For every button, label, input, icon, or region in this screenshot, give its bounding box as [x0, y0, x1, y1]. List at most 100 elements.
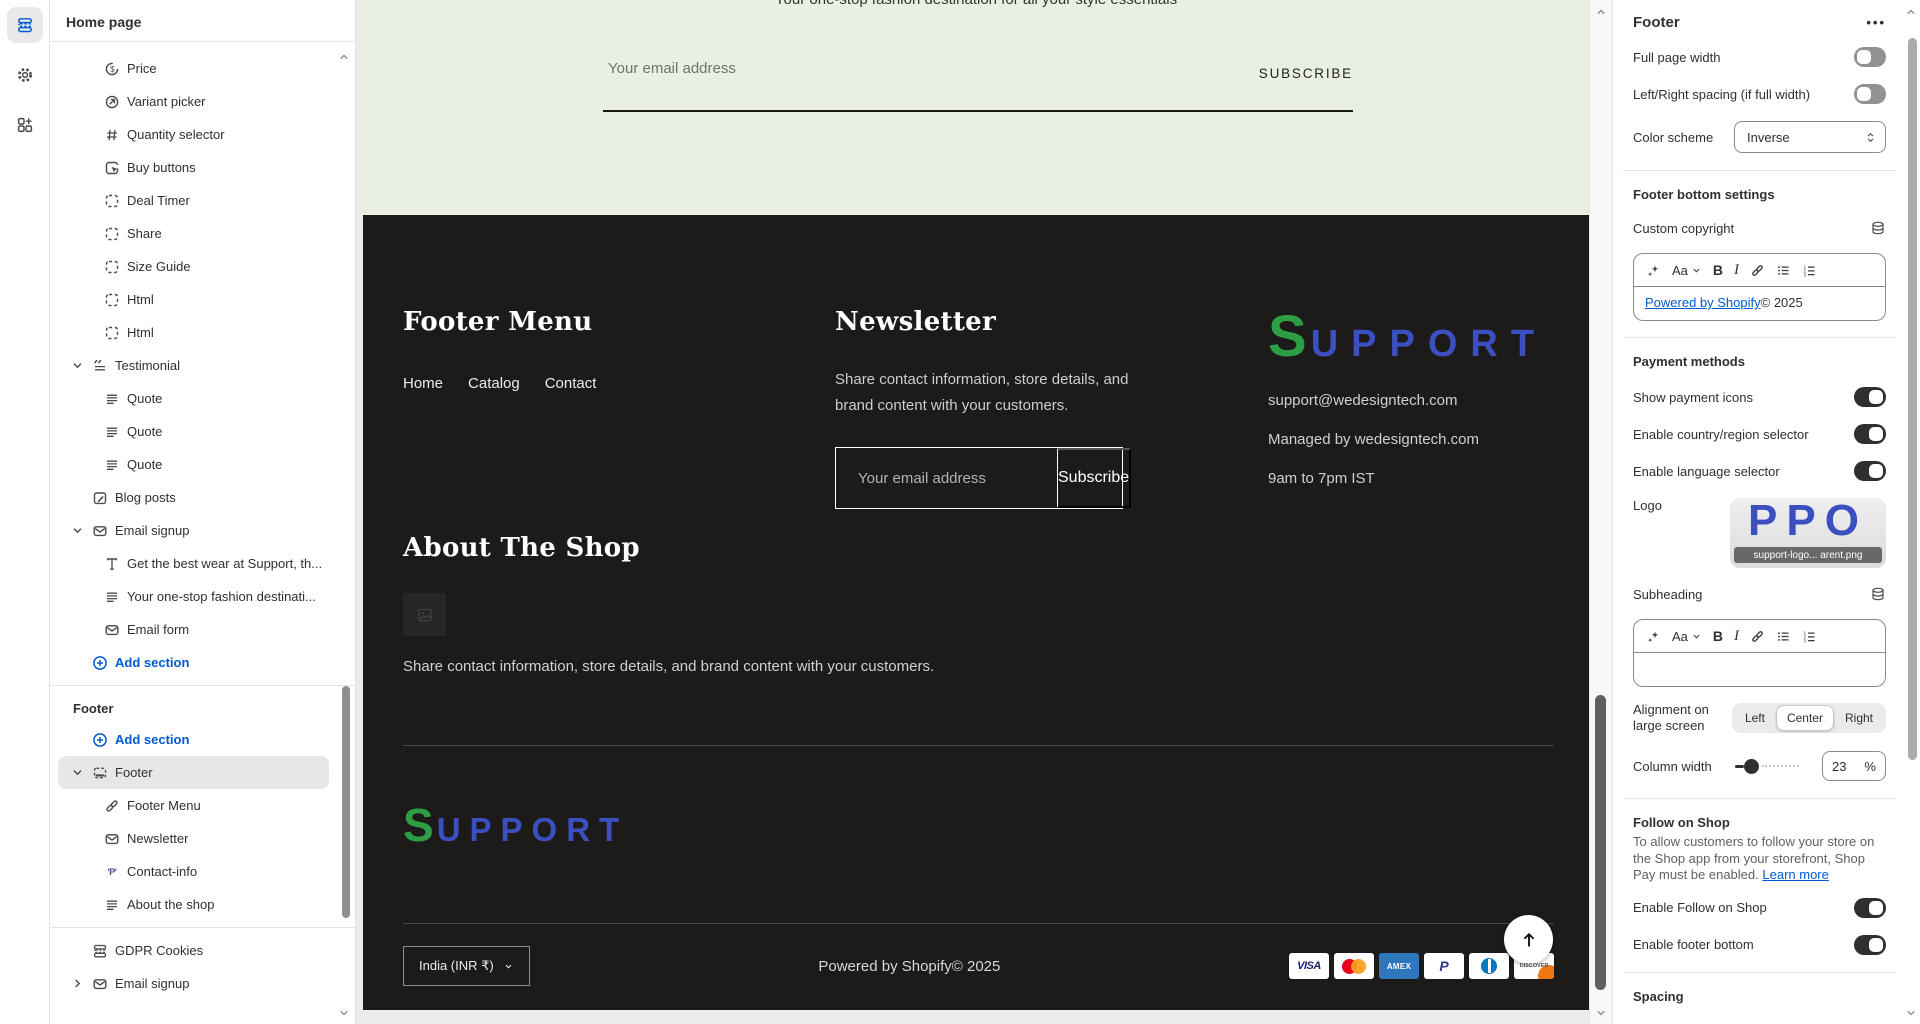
- scroll-to-top-button[interactable]: [1504, 915, 1553, 964]
- enable-footer-bottom-toggle[interactable]: [1854, 935, 1886, 955]
- text-lines-icon: [104, 424, 120, 440]
- country-selector-toggle[interactable]: [1854, 424, 1886, 444]
- rich-text-toolbar: Aa B I: [1633, 253, 1886, 287]
- column-width-value[interactable]: 23 %: [1822, 751, 1886, 781]
- image-placeholder-icon: [403, 593, 446, 636]
- logo-thumbnail[interactable]: PPO support-logo... arent.png: [1730, 498, 1886, 568]
- sidebar-item-contact-info[interactable]: 'P'Contact-info: [58, 855, 329, 888]
- add-section-button-template[interactable]: Add section: [58, 646, 329, 679]
- full-page-width-toggle[interactable]: [1854, 47, 1886, 67]
- footer-link-catalog[interactable]: Catalog: [468, 375, 520, 392]
- preview-scrollbar-thumb[interactable]: [1595, 695, 1606, 990]
- sidebar-item-email-signup-2[interactable]: Email signup: [58, 967, 329, 1000]
- lr-spacing-toggle[interactable]: [1854, 84, 1886, 104]
- language-selector-toggle[interactable]: [1854, 461, 1886, 481]
- scroll-down-icon[interactable]: [1594, 1006, 1608, 1020]
- scroll-up-icon[interactable]: [1594, 5, 1608, 19]
- align-left-option[interactable]: Left: [1734, 705, 1776, 731]
- dashed-box-icon: [104, 226, 120, 242]
- panel-scrollbar-thumb[interactable]: [1908, 38, 1917, 760]
- sidebar-item-quote-1[interactable]: Quote: [58, 382, 329, 415]
- show-payment-icons-toggle[interactable]: [1854, 387, 1886, 407]
- enable-follow-toggle[interactable]: [1854, 898, 1886, 918]
- sidebar-item-heading-block[interactable]: Get the best wear at Support, th...: [58, 547, 329, 580]
- sidebar-item-about-the-shop[interactable]: About the shop: [58, 888, 329, 921]
- powered-by-shopify-link[interactable]: Powered by Shopify: [1645, 295, 1761, 310]
- italic-icon[interactable]: I: [1734, 262, 1739, 279]
- align-right-option[interactable]: Right: [1834, 705, 1884, 731]
- chevron-down-icon[interactable]: [70, 358, 85, 373]
- slider-knob[interactable]: [1744, 759, 1759, 774]
- sidebar-scroll-down-icon[interactable]: [337, 1006, 351, 1020]
- newsletter-email-input[interactable]: [836, 448, 1057, 508]
- sidebar-item-share[interactable]: Share: [58, 217, 329, 250]
- chevron-down-icon[interactable]: [70, 765, 85, 780]
- support-logo-small: SUPPORT: [403, 798, 628, 852]
- insert-link-icon[interactable]: [1750, 629, 1765, 644]
- magic-sparkle-icon[interactable]: [1646, 263, 1661, 278]
- sidebar-item-quantity-selector[interactable]: Quantity selector: [58, 118, 329, 151]
- follow-on-shop-description: To allow customers to follow your store …: [1633, 834, 1886, 884]
- more-options-icon[interactable]: •••: [1866, 15, 1886, 30]
- sidebar-item-buy-buttons[interactable]: Buy buttons: [58, 151, 329, 184]
- footer-link-contact[interactable]: Contact: [545, 375, 597, 392]
- font-style-dropdown[interactable]: Aa: [1672, 263, 1702, 278]
- sidebar-item-price[interactable]: Price: [58, 52, 329, 85]
- managed-by-text: Managed by wedesigntech.com: [1268, 431, 1547, 448]
- dynamic-source-icon[interactable]: [1870, 220, 1886, 236]
- sidebar-item-blog-posts[interactable]: Blog posts: [58, 481, 329, 514]
- currency-selector[interactable]: India (INR ₹): [403, 946, 530, 986]
- sidebar-item-subtext-block[interactable]: Your one-stop fashion destinati...: [58, 580, 329, 613]
- add-section-button-footer[interactable]: Add section: [58, 723, 329, 756]
- sidebar-item-size-guide[interactable]: Size Guide: [58, 250, 329, 283]
- bold-icon[interactable]: B: [1713, 262, 1723, 278]
- panel-scroll-down-icon[interactable]: [1904, 1006, 1918, 1020]
- sidebar-item-testimonial[interactable]: Testimonial: [58, 349, 329, 382]
- sidebar-item-newsletter[interactable]: Newsletter: [58, 822, 329, 855]
- subheading-editor-content[interactable]: [1633, 653, 1886, 687]
- font-style-dropdown[interactable]: Aa: [1672, 629, 1702, 644]
- learn-more-link[interactable]: Learn more: [1762, 867, 1828, 882]
- sidebar-item-deal-timer[interactable]: Deal Timer: [58, 184, 329, 217]
- sidebar-item-variant-picker[interactable]: Variant picker: [58, 85, 329, 118]
- subscribe-button[interactable]: SUBSCRIBE: [1259, 66, 1353, 81]
- bullet-list-icon[interactable]: [1776, 263, 1791, 278]
- insert-link-icon[interactable]: [1750, 263, 1765, 278]
- bold-icon[interactable]: B: [1713, 628, 1723, 644]
- sidebar-item-email-signup[interactable]: Email signup: [58, 514, 329, 547]
- sidebar-item-footer-menu[interactable]: Footer Menu: [58, 789, 329, 822]
- dynamic-source-icon[interactable]: [1870, 586, 1886, 602]
- sidebar-item-gdpr-cookies[interactable]: GDPR Cookies: [58, 934, 329, 967]
- page-title: Home page: [50, 0, 355, 42]
- sidebar-item-html-1[interactable]: Html: [58, 283, 329, 316]
- text-lines-icon: [104, 457, 120, 473]
- copyright-editor-content[interactable]: Powered by Shopify© 2025: [1633, 287, 1886, 321]
- dashed-box-icon: [104, 259, 120, 275]
- align-center-option[interactable]: Center: [1776, 705, 1834, 731]
- chevron-down-icon: [1691, 631, 1702, 642]
- color-scheme-select[interactable]: Inverse: [1734, 121, 1886, 153]
- signup-email-input[interactable]: [608, 60, 1028, 77]
- sidebar-item-quote-2[interactable]: Quote: [58, 415, 329, 448]
- sidebar-item-email-form[interactable]: Email form: [58, 613, 329, 646]
- bullet-list-icon[interactable]: [1776, 629, 1791, 644]
- sidebar-scroll-up-icon[interactable]: [337, 50, 351, 64]
- sections-nav-button[interactable]: [7, 7, 43, 43]
- newsletter-column: Newsletter Share contact information, st…: [835, 307, 1145, 509]
- numbered-list-icon[interactable]: [1802, 263, 1817, 278]
- chevron-right-icon[interactable]: [70, 976, 85, 991]
- sidebar-scrollbar-thumb[interactable]: [342, 686, 350, 918]
- sidebar-item-quote-3[interactable]: Quote: [58, 448, 329, 481]
- panel-scroll-up-icon[interactable]: [1904, 5, 1918, 19]
- footer-link-home[interactable]: Home: [403, 375, 443, 392]
- updown-chevron-icon: [1864, 131, 1877, 144]
- newsletter-subscribe-button[interactable]: Subscribe: [1057, 448, 1131, 508]
- numbered-list-icon[interactable]: [1802, 629, 1817, 644]
- app-embeds-nav-button[interactable]: [7, 107, 43, 143]
- sidebar-item-html-2[interactable]: Html: [58, 316, 329, 349]
- theme-settings-nav-button[interactable]: [7, 57, 43, 93]
- italic-icon[interactable]: I: [1734, 628, 1739, 645]
- magic-sparkle-icon[interactable]: [1646, 629, 1661, 644]
- sidebar-item-footer[interactable]: Footer: [58, 756, 329, 789]
- chevron-down-icon[interactable]: [70, 523, 85, 538]
